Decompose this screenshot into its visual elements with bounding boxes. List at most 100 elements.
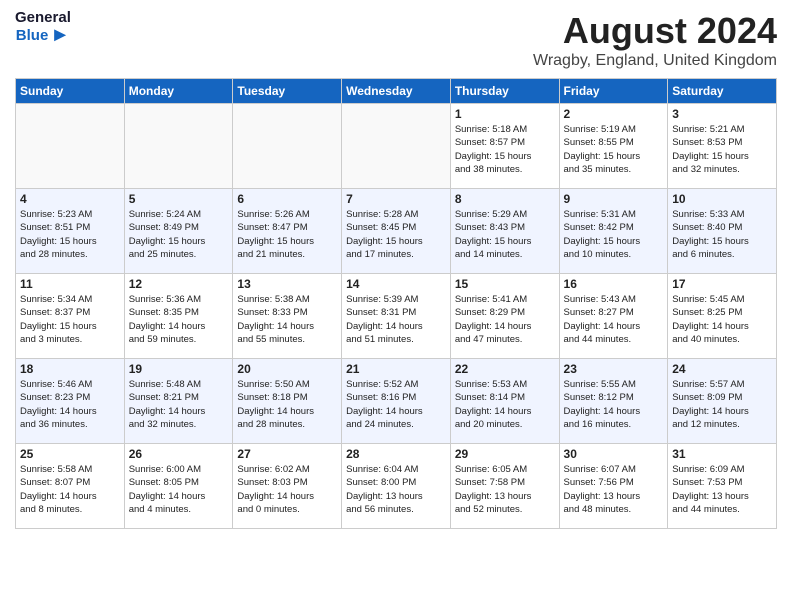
day-info: Sunrise: 5:19 AMSunset: 8:55 PMDaylight:… [564,123,664,176]
day-number: 13 [237,277,337,291]
day-number: 27 [237,447,337,461]
day-info: Sunrise: 5:36 AMSunset: 8:35 PMDaylight:… [129,293,229,346]
calendar-week-row: 4Sunrise: 5:23 AMSunset: 8:51 PMDaylight… [16,189,777,274]
calendar-cell: 16Sunrise: 5:43 AMSunset: 8:27 PMDayligh… [559,274,668,359]
day-header-saturday: Saturday [668,79,777,104]
day-info: Sunrise: 5:50 AMSunset: 8:18 PMDaylight:… [237,378,337,431]
day-number: 11 [20,277,120,291]
day-number: 29 [455,447,555,461]
day-number: 7 [346,192,446,206]
day-number: 8 [455,192,555,206]
calendar-cell [124,104,233,189]
calendar-cell: 11Sunrise: 5:34 AMSunset: 8:37 PMDayligh… [16,274,125,359]
day-info: Sunrise: 6:04 AMSunset: 8:00 PMDaylight:… [346,463,446,516]
calendar-cell: 28 Sunrise: 6:04 AMSunset: 8:00 PMDayligh… [342,444,451,529]
day-number: 3 [672,107,772,121]
day-info: Sunrise: 6:07 AMSunset: 7:56 PMDaylight:… [564,463,664,516]
calendar-cell: 27 Sunrise: 6:02 AMSunset: 8:03 PMDayligh… [233,444,342,529]
calendar-cell: 7 Sunrise: 5:28 AMSunset: 8:45 PMDaylight… [342,189,451,274]
day-info: Sunrise: 5:45 AMSunset: 8:25 PMDaylight:… [672,293,772,346]
calendar-cell: 20 Sunrise: 5:50 AMSunset: 8:18 PMDayligh… [233,359,342,444]
day-info: Sunrise: 5:31 AMSunset: 8:42 PMDaylight:… [564,208,664,261]
calendar-cell: 12 Sunrise: 5:36 AMSunset: 8:35 PMDayligh… [124,274,233,359]
calendar-week-row: 11Sunrise: 5:34 AMSunset: 8:37 PMDayligh… [16,274,777,359]
calendar-week-row: 1Sunrise: 5:18 AMSunset: 8:57 PMDaylight… [16,104,777,189]
day-header-friday: Friday [559,79,668,104]
day-info: Sunrise: 6:02 AMSunset: 8:03 PMDaylight:… [237,463,337,516]
day-header-wednesday: Wednesday [342,79,451,104]
calendar-cell: 25 Sunrise: 5:58 AMSunset: 8:07 PMDayligh… [16,444,125,529]
day-info: Sunrise: 6:05 AMSunset: 7:58 PMDaylight:… [455,463,555,516]
calendar-cell: 2 Sunrise: 5:19 AMSunset: 8:55 PMDaylight… [559,104,668,189]
day-number: 17 [672,277,772,291]
day-info: Sunrise: 5:41 AMSunset: 8:29 PMDaylight:… [455,293,555,346]
calendar-cell: 26 Sunrise: 6:00 AMSunset: 8:05 PMDayligh… [124,444,233,529]
day-number: 16 [564,277,664,291]
day-number: 12 [129,277,229,291]
logo-chevron-icon: ► [50,25,70,45]
day-info: Sunrise: 5:57 AMSunset: 8:09 PMDaylight:… [672,378,772,431]
calendar-cell: 30 Sunrise: 6:07 AMSunset: 7:56 PMDayligh… [559,444,668,529]
day-info: Sunrise: 5:53 AMSunset: 8:14 PMDaylight:… [455,378,555,431]
calendar-cell: 29 Sunrise: 6:05 AMSunset: 7:58 PMDayligh… [450,444,559,529]
day-header-thursday: Thursday [450,79,559,104]
day-info: Sunrise: 5:55 AMSunset: 8:12 PMDaylight:… [564,378,664,431]
calendar-week-row: 18 Sunrise: 5:46 AMSunset: 8:23 PMDayligh… [16,359,777,444]
calendar-cell: 1Sunrise: 5:18 AMSunset: 8:57 PMDaylight… [450,104,559,189]
calendar-cell: 3Sunrise: 5:21 AMSunset: 8:53 PMDaylight… [668,104,777,189]
calendar-cell: 18 Sunrise: 5:46 AMSunset: 8:23 PMDayligh… [16,359,125,444]
day-info: Sunrise: 5:23 AMSunset: 8:51 PMDaylight:… [20,208,120,261]
calendar-cell [233,104,342,189]
calendar-cell: 24 Sunrise: 5:57 AMSunset: 8:09 PMDayligh… [668,359,777,444]
day-number: 5 [129,192,229,206]
calendar-cell: 14 Sunrise: 5:39 AMSunset: 8:31 PMDayligh… [342,274,451,359]
day-number: 14 [346,277,446,291]
day-number: 2 [564,107,664,121]
day-number: 9 [564,192,664,206]
page-header: General Blue ► August 2024 Wragby, Engla… [15,10,777,70]
day-info: Sunrise: 5:24 AMSunset: 8:49 PMDaylight:… [129,208,229,261]
calendar-cell: 10 Sunrise: 5:33 AMSunset: 8:40 PMDayligh… [668,189,777,274]
day-info: Sunrise: 5:46 AMSunset: 8:23 PMDaylight:… [20,378,120,431]
day-number: 30 [564,447,664,461]
calendar-header-row: SundayMondayTuesdayWednesdayThursdayFrid… [16,79,777,104]
day-info: Sunrise: 5:33 AMSunset: 8:40 PMDaylight:… [672,208,772,261]
day-info: Sunrise: 5:39 AMSunset: 8:31 PMDaylight:… [346,293,446,346]
title-block: August 2024 Wragby, England, United King… [533,10,777,70]
day-number: 20 [237,362,337,376]
day-number: 19 [129,362,229,376]
day-info: Sunrise: 5:38 AMSunset: 8:33 PMDaylight:… [237,293,337,346]
page-container: General Blue ► August 2024 Wragby, Engla… [0,0,792,534]
day-number: 26 [129,447,229,461]
day-info: Sunrise: 5:52 AMSunset: 8:16 PMDaylight:… [346,378,446,431]
logo-general-text: General [15,10,71,25]
day-info: Sunrise: 6:00 AMSunset: 8:05 PMDaylight:… [129,463,229,516]
calendar-cell: 15 Sunrise: 5:41 AMSunset: 8:29 PMDayligh… [450,274,559,359]
calendar-table: SundayMondayTuesdayWednesdayThursdayFrid… [15,78,777,529]
day-info: Sunrise: 5:26 AMSunset: 8:47 PMDaylight:… [237,208,337,261]
day-number: 23 [564,362,664,376]
calendar-cell: 5 Sunrise: 5:24 AMSunset: 8:49 PMDaylight… [124,189,233,274]
day-number: 24 [672,362,772,376]
location-subtitle: Wragby, England, United Kingdom [533,52,777,70]
day-number: 28 [346,447,446,461]
day-number: 21 [346,362,446,376]
day-header-monday: Monday [124,79,233,104]
day-header-tuesday: Tuesday [233,79,342,104]
day-number: 22 [455,362,555,376]
day-number: 6 [237,192,337,206]
calendar-cell: 23 Sunrise: 5:55 AMSunset: 8:12 PMDayligh… [559,359,668,444]
day-header-sunday: Sunday [16,79,125,104]
calendar-cell: 19Sunrise: 5:48 AMSunset: 8:21 PMDayligh… [124,359,233,444]
day-number: 18 [20,362,120,376]
day-number: 25 [20,447,120,461]
calendar-cell: 13 Sunrise: 5:38 AMSunset: 8:33 PMDayligh… [233,274,342,359]
day-number: 10 [672,192,772,206]
calendar-week-row: 25 Sunrise: 5:58 AMSunset: 8:07 PMDayligh… [16,444,777,529]
calendar-cell: 21 Sunrise: 5:52 AMSunset: 8:16 PMDayligh… [342,359,451,444]
day-number: 15 [455,277,555,291]
day-number: 1 [455,107,555,121]
logo-blue-text: Blue [16,28,49,43]
day-info: Sunrise: 5:28 AMSunset: 8:45 PMDaylight:… [346,208,446,261]
day-info: Sunrise: 5:58 AMSunset: 8:07 PMDaylight:… [20,463,120,516]
